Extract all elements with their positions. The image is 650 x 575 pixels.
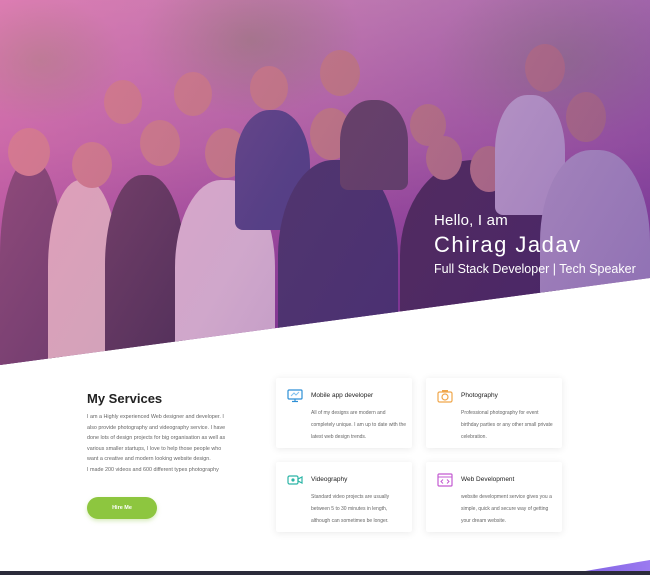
hero-banner: Hello, I am Chirag Jadav Full Stack Deve…: [0, 0, 650, 365]
hero-name: Chirag Jadav: [434, 232, 582, 257]
service-card-title: Web Development: [461, 476, 515, 483]
services-description-line: I am a Highly experienced Web designer a…: [87, 414, 224, 420]
services-description-line: also provide photography and videography…: [87, 424, 226, 431]
hire-me-button[interactable]: Hire Me: [87, 497, 157, 519]
service-card-text: website development service gives you a …: [461, 494, 552, 524]
hero-intro: Hello, I am Chirag Jadav Full Stack Deve…: [434, 212, 636, 276]
services-description-line: done lots of design projects for big org…: [87, 435, 226, 441]
service-card-title: Photography: [461, 392, 498, 399]
hero-role: Full Stack Developer | Tech Speaker: [434, 262, 636, 276]
service-card-photography[interactable]: Photography Professional photography for…: [426, 378, 562, 448]
service-card-title: Videography: [311, 476, 348, 483]
service-card-videography[interactable]: Videography Standard video projects are …: [276, 462, 412, 532]
service-card-title: Mobile app developer: [311, 392, 374, 399]
service-card-text: Standard video projects are usually betw…: [311, 494, 390, 524]
services-title: My Services: [87, 391, 163, 406]
services-description-line: want a creative and modern looking websi…: [87, 456, 211, 462]
camera-icon: [437, 389, 453, 403]
service-card-web-development[interactable]: Web Development website development serv…: [426, 462, 562, 532]
page-bottom-border: [0, 571, 650, 575]
services-description-line: various smaller startups, I love to help…: [87, 445, 222, 452]
video-camera-icon: [287, 473, 303, 487]
service-card-mobile-app[interactable]: Mobile app developer All of my designs a…: [276, 378, 412, 448]
services-description-line: I made 200 videos and 600 different type…: [87, 466, 219, 473]
service-card-text: Professional photography for event birth…: [461, 410, 553, 440]
monitor-icon: [287, 389, 303, 403]
service-card-text: All of my designs are modern and complet…: [311, 410, 407, 440]
code-window-icon: [437, 473, 453, 487]
hero-greeting: Hello, I am: [434, 212, 508, 229]
hero-overlay: [0, 0, 650, 365]
services-description: I am a Highly experienced Web designer a…: [87, 412, 242, 475]
